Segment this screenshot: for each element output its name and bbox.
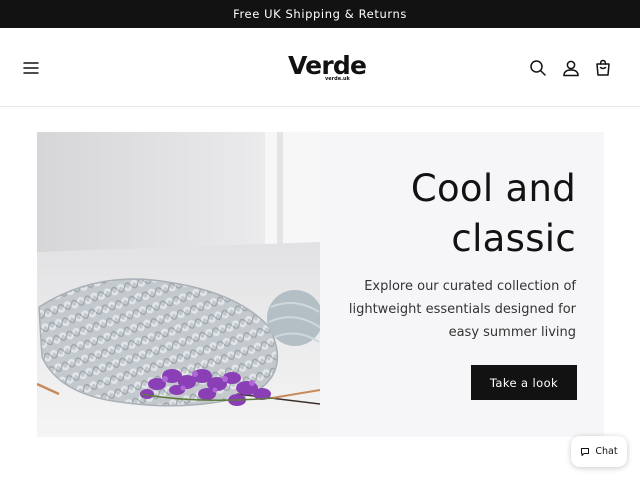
search-icon[interactable] xyxy=(527,57,549,79)
site-header: Verde verde.uk xyxy=(0,28,640,107)
logo-subtext: verde.uk xyxy=(325,76,350,82)
hero-subtext: Explore our curated collection of lightw… xyxy=(348,279,576,340)
hero-content: Cool and classic Explore our curated col… xyxy=(320,132,604,437)
hero-heading: Cool and classic xyxy=(326,164,576,264)
announcement-bar: Free UK Shipping & Returns xyxy=(0,0,640,28)
hero-heading-line2: classic xyxy=(451,217,576,260)
chat-label: Chat xyxy=(595,446,618,457)
menu-icon[interactable] xyxy=(20,57,42,79)
take-a-look-button[interactable]: Take a look xyxy=(471,365,577,400)
chat-button[interactable]: Chat xyxy=(571,436,627,467)
hero-image xyxy=(37,132,320,437)
cart-icon[interactable] xyxy=(592,57,614,79)
chat-icon xyxy=(581,447,590,456)
logo[interactable]: Verde verde.uk xyxy=(288,52,367,84)
account-icon[interactable] xyxy=(560,57,582,79)
hero-heading-line1: Cool and xyxy=(410,167,576,210)
hero-banner: Cool and classic Explore our curated col… xyxy=(37,132,604,437)
announcement-text: Free UK Shipping & Returns xyxy=(233,7,407,21)
